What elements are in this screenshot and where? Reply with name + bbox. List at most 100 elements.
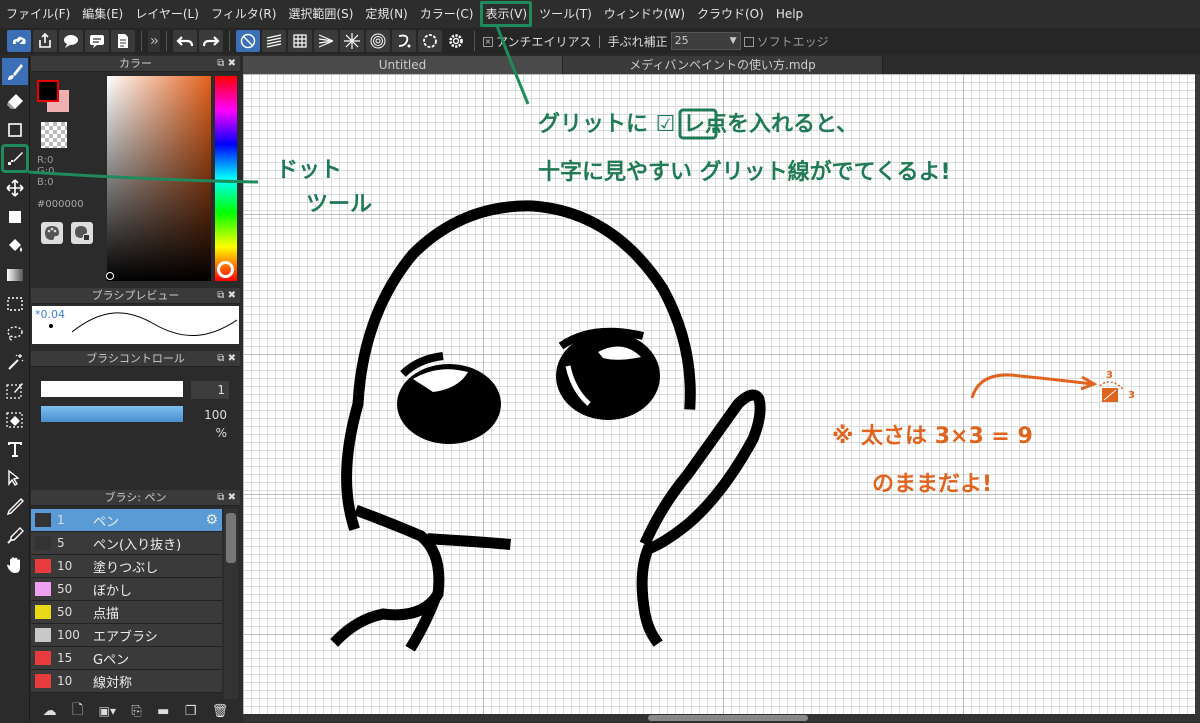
antialias-label: アンチエイリアス [496,34,592,49]
add-brush-icon[interactable]: ▣▾ [99,704,116,718]
palette-settings-icon[interactable] [71,222,93,244]
text-tool-icon[interactable] [2,435,28,462]
concentric-snap-icon[interactable] [366,30,390,52]
panel-close-icon[interactable]: ⧉ ✖ [217,288,236,304]
vertical-scrollbar[interactable] [1195,74,1200,714]
color-panel-title: カラー ⧉ ✖ [31,56,240,72]
move-tool-icon[interactable] [2,174,28,201]
toolbar-separator [229,31,230,51]
settings-gear-icon[interactable] [444,30,468,52]
cloud-download-icon[interactable]: ☁ [43,703,57,719]
horizontal-scrollbar[interactable] [243,714,1200,722]
folder-icon[interactable]: ▬ [157,704,169,719]
duplicate-icon[interactable]: ❐ [185,704,197,719]
scrollbar-thumb[interactable] [226,513,236,563]
brush-item-g-pen[interactable]: 15 Gペン [31,647,222,670]
snap-off-icon[interactable] [236,30,260,52]
undo-icon[interactable] [173,30,197,52]
hex-value: #000000 [37,199,84,210]
brush-color-swatch [35,605,51,619]
speech-bubble-icon[interactable] [59,30,83,52]
ellipse-snap-icon[interactable] [418,30,442,52]
menu-color[interactable]: カラー(C) [414,0,480,28]
menu-edit[interactable]: 編集(E) [76,0,129,28]
transparent-color-swatch[interactable] [41,122,67,148]
menu-cloud[interactable]: クラウド(O) [691,0,770,28]
menu-filter[interactable]: フィルタ(R) [205,0,282,28]
curve-snap-icon[interactable] [392,30,416,52]
cloud-check-icon[interactable] [7,30,31,52]
brush-list-scrollbar[interactable] [224,509,238,699]
brush-preview-size: *0.04 [35,308,65,321]
rect-select-tool-icon[interactable] [2,290,28,317]
radial-line-snap-icon[interactable] [314,30,338,52]
radial-snap-icon[interactable] [340,30,364,52]
bucket-tool-icon[interactable] [2,232,28,259]
menu-ruler[interactable]: 定規(N) [359,0,413,28]
scrollbar-thumb[interactable] [648,715,808,721]
brush-settings-gear-icon[interactable]: ⚙ [205,512,218,528]
hue-slider[interactable] [215,76,237,281]
panel-close-icon[interactable]: ⧉ ✖ [217,56,236,72]
color-picker-cursor[interactable] [106,272,114,280]
brush-size-slider[interactable] [41,381,183,397]
share-icon[interactable] [33,30,57,52]
brush-copy-icon[interactable]: ⎘ [131,704,141,719]
menu-file[interactable]: ファイル(F) [0,0,76,28]
menu-view[interactable]: 表示(V) [479,0,533,28]
antialias-checkbox[interactable]: × アンチエイリアス [483,33,592,50]
redo-icon[interactable] [199,30,223,52]
eyedropper-tool-icon[interactable] [2,522,28,549]
brush-tool-icon[interactable] [2,58,28,85]
foreground-color-swatch-top [37,80,59,102]
document-tabs: Untitled メディバンペイントの使い方.mdp [243,56,1200,74]
tab-untitled[interactable]: Untitled [243,56,563,74]
brush-item-stipple[interactable]: 50 点描 [31,601,222,624]
hand-tool-icon[interactable] [2,551,28,578]
grid-snap-icon[interactable] [288,30,312,52]
brush-item-pen-taper[interactable]: 5 ペン(入り抜き) [31,532,222,555]
divide-tool-icon[interactable] [2,493,28,520]
square-outline-tool-icon[interactable] [2,116,28,143]
fill-rectangle-tool-icon[interactable] [2,203,28,230]
select-eraser-tool-icon[interactable] [2,406,28,433]
tab-medibang-guide[interactable]: メディバンペイントの使い方.mdp [563,56,883,74]
menu-window[interactable]: ウィンドウ(W) [598,0,691,28]
menu-tool[interactable]: ツール(T) [533,0,598,28]
operation-tool-icon[interactable] [2,464,28,491]
brush-item-pen[interactable]: 1 ペン ⚙ [31,509,222,532]
stabilizer-label: 手ぶれ補正 [607,34,668,49]
brush-item-blur[interactable]: 50 ぼかし [31,578,222,601]
soft-edge-checkbox[interactable]: ソフトエッジ [743,33,829,50]
gradient-tool-icon[interactable] [2,261,28,288]
saturation-value-picker[interactable] [107,76,211,281]
brush-size-input[interactable]: 1 [191,381,229,399]
panel-close-icon[interactable]: ⧉ ✖ [217,351,236,367]
document-icon[interactable] [111,30,135,52]
panel-close-icon[interactable]: ⧉ ✖ [217,490,236,506]
palette-icon[interactable] [41,222,63,244]
brush-item-symmetry[interactable]: 10 線対称 [31,670,222,693]
new-brush-icon[interactable]: 🗋 [72,699,83,723]
select-pen-tool-icon[interactable] [2,377,28,404]
brush-list-title: ブラシ: ペン ⧉ ✖ [31,490,240,506]
green-value: G:0 [37,166,55,177]
brush-color-swatch [35,651,51,665]
lasso-tool-icon[interactable] [2,319,28,346]
hue-slider-handle[interactable] [217,261,234,278]
trash-icon[interactable]: 🗑 [212,704,229,719]
magic-wand-tool-icon[interactable] [2,348,28,375]
dot-pen-tool-icon[interactable] [1,144,29,173]
parallel-lines-snap-icon[interactable] [262,30,286,52]
menu-selection[interactable]: 選択範囲(S) [282,0,359,28]
comment-icon[interactable] [85,30,109,52]
brush-opacity-slider[interactable] [41,406,183,422]
expand-chevron-icon[interactable] [148,30,160,52]
brush-item-fill[interactable]: 10 塗りつぶし [31,555,222,578]
menu-help[interactable]: Help [770,0,809,28]
brush-item-airbrush[interactable]: 100 エアブラシ [31,624,222,647]
menu-layer[interactable]: レイヤー(L) [129,0,205,28]
stabilizer-select[interactable]: 25 ▼ [670,32,741,50]
eraser-tool-icon[interactable] [2,87,28,114]
color-panel-title-text: カラー [119,57,152,70]
